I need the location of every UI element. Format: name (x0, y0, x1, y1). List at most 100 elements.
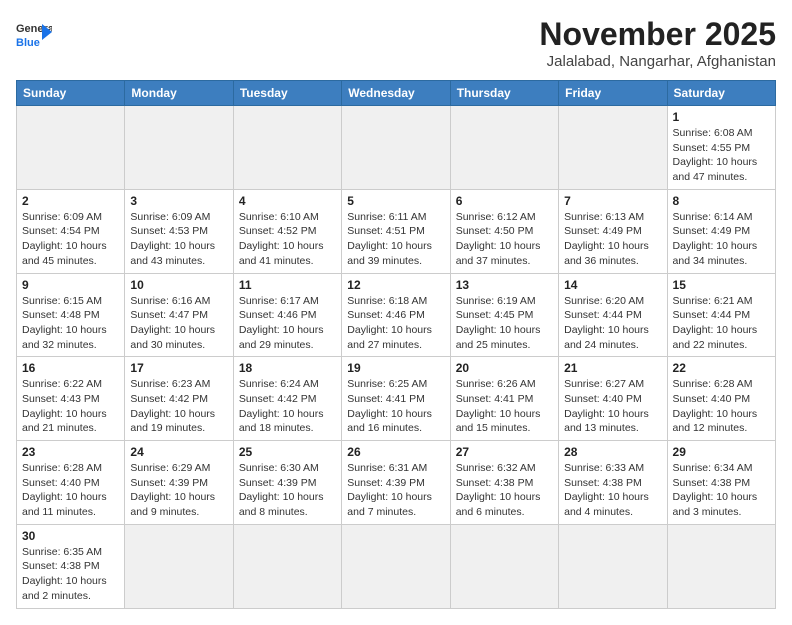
day-info: Sunrise: 6:08 AM Sunset: 4:55 PM Dayligh… (673, 126, 770, 185)
calendar-day-cell: 5 Sunrise: 6:11 AM Sunset: 4:51 PM Daylig… (342, 189, 450, 273)
location-title: Jalalabad, Nangarhar, Afghanistan (539, 53, 776, 70)
calendar-week-row: 30Sunrise: 6:35 AM Sunset: 4:38 PM Dayli… (17, 524, 776, 608)
day-info: Sunrise: 6:19 AM Sunset: 4:45 PM Dayligh… (456, 294, 553, 353)
weekday-header: Thursday (450, 81, 558, 106)
day-info: Sunrise: 6:13 AM Sunset: 4:49 PM Dayligh… (564, 210, 661, 269)
calendar-day-cell (667, 524, 775, 608)
calendar-day-cell (559, 106, 667, 190)
calendar-day-cell: 1 Sunrise: 6:08 AM Sunset: 4:55 PM Daylig… (667, 106, 775, 190)
day-number: 15 (673, 278, 770, 292)
day-info: Sunrise: 6:24 AM Sunset: 4:42 PM Dayligh… (239, 377, 336, 436)
day-number: 22 (673, 361, 770, 375)
day-info: Sunrise: 6:10 AM Sunset: 4:52 PM Dayligh… (239, 210, 336, 269)
day-info: Sunrise: 6:29 AM Sunset: 4:39 PM Dayligh… (130, 461, 227, 520)
day-info: Sunrise: 6:20 AM Sunset: 4:44 PM Dayligh… (564, 294, 661, 353)
day-number: 20 (456, 361, 553, 375)
calendar-day-cell (450, 524, 558, 608)
calendar-header-row: SundayMondayTuesdayWednesdayThursdayFrid… (17, 81, 776, 106)
calendar-day-cell: 2 Sunrise: 6:09 AM Sunset: 4:54 PM Daylig… (17, 189, 125, 273)
weekday-header: Saturday (667, 81, 775, 106)
calendar-day-cell: 14 Sunrise: 6:20 AM Sunset: 4:44 PM Dayli… (559, 273, 667, 357)
calendar-day-cell: 9 Sunrise: 6:15 AM Sunset: 4:48 PM Daylig… (17, 273, 125, 357)
calendar-week-row: 16 Sunrise: 6:22 AM Sunset: 4:43 PM Dayli… (17, 357, 776, 441)
day-number: 17 (130, 361, 227, 375)
logo: General Blue (16, 16, 52, 52)
calendar-table: SundayMondayTuesdayWednesdayThursdayFrid… (16, 80, 776, 609)
day-number: 27 (456, 445, 553, 459)
day-info: Sunrise: 6:09 AM Sunset: 4:54 PM Dayligh… (22, 210, 119, 269)
day-info: Sunrise: 6:31 AM Sunset: 4:39 PM Dayligh… (347, 461, 444, 520)
calendar-day-cell (125, 106, 233, 190)
title-block: November 2025 Jalalabad, Nangarhar, Afgh… (539, 16, 776, 70)
day-number: 8 (673, 194, 770, 208)
day-info: Sunrise: 6:12 AM Sunset: 4:50 PM Dayligh… (456, 210, 553, 269)
calendar-day-cell (233, 106, 341, 190)
calendar-day-cell: 7Sunrise: 6:13 AM Sunset: 4:49 PM Daylig… (559, 189, 667, 273)
day-number: 21 (564, 361, 661, 375)
day-info: Sunrise: 6:09 AM Sunset: 4:53 PM Dayligh… (130, 210, 227, 269)
calendar-day-cell: 13 Sunrise: 6:19 AM Sunset: 4:45 PM Dayli… (450, 273, 558, 357)
calendar-day-cell: 30Sunrise: 6:35 AM Sunset: 4:38 PM Dayli… (17, 524, 125, 608)
day-info: Sunrise: 6:26 AM Sunset: 4:41 PM Dayligh… (456, 377, 553, 436)
calendar-day-cell: 12Sunrise: 6:18 AM Sunset: 4:46 PM Dayli… (342, 273, 450, 357)
day-number: 13 (456, 278, 553, 292)
calendar-day-cell (559, 524, 667, 608)
day-info: Sunrise: 6:11 AM Sunset: 4:51 PM Dayligh… (347, 210, 444, 269)
day-number: 10 (130, 278, 227, 292)
day-number: 5 (347, 194, 444, 208)
calendar-day-cell: 8 Sunrise: 6:14 AM Sunset: 4:49 PM Daylig… (667, 189, 775, 273)
weekday-header: Tuesday (233, 81, 341, 106)
calendar-day-cell: 19Sunrise: 6:25 AM Sunset: 4:41 PM Dayli… (342, 357, 450, 441)
calendar-day-cell: 3 Sunrise: 6:09 AM Sunset: 4:53 PM Daylig… (125, 189, 233, 273)
calendar-day-cell (233, 524, 341, 608)
day-number: 6 (456, 194, 553, 208)
day-info: Sunrise: 6:28 AM Sunset: 4:40 PM Dayligh… (673, 377, 770, 436)
weekday-header: Monday (125, 81, 233, 106)
calendar-day-cell: 4 Sunrise: 6:10 AM Sunset: 4:52 PM Daylig… (233, 189, 341, 273)
day-number: 2 (22, 194, 119, 208)
calendar-day-cell (450, 106, 558, 190)
day-info: Sunrise: 6:33 AM Sunset: 4:38 PM Dayligh… (564, 461, 661, 520)
calendar-day-cell: 26 Sunrise: 6:31 AM Sunset: 4:39 PM Dayli… (342, 441, 450, 525)
day-info: Sunrise: 6:16 AM Sunset: 4:47 PM Dayligh… (130, 294, 227, 353)
weekday-header: Wednesday (342, 81, 450, 106)
day-number: 18 (239, 361, 336, 375)
day-info: Sunrise: 6:27 AM Sunset: 4:40 PM Dayligh… (564, 377, 661, 436)
day-info: Sunrise: 6:18 AM Sunset: 4:46 PM Dayligh… (347, 294, 444, 353)
day-info: Sunrise: 6:22 AM Sunset: 4:43 PM Dayligh… (22, 377, 119, 436)
month-title: November 2025 (539, 16, 776, 53)
day-number: 30 (22, 529, 119, 543)
day-number: 3 (130, 194, 227, 208)
calendar-day-cell: 29Sunrise: 6:34 AM Sunset: 4:38 PM Dayli… (667, 441, 775, 525)
calendar-day-cell: 28 Sunrise: 6:33 AM Sunset: 4:38 PM Dayli… (559, 441, 667, 525)
calendar-day-cell: 24 Sunrise: 6:29 AM Sunset: 4:39 PM Dayli… (125, 441, 233, 525)
day-number: 4 (239, 194, 336, 208)
day-info: Sunrise: 6:17 AM Sunset: 4:46 PM Dayligh… (239, 294, 336, 353)
logo-icon: General Blue (16, 16, 52, 52)
day-number: 26 (347, 445, 444, 459)
calendar-day-cell: 22 Sunrise: 6:28 AM Sunset: 4:40 PM Dayli… (667, 357, 775, 441)
calendar-day-cell: 6 Sunrise: 6:12 AM Sunset: 4:50 PM Daylig… (450, 189, 558, 273)
day-info: Sunrise: 6:34 AM Sunset: 4:38 PM Dayligh… (673, 461, 770, 520)
day-number: 28 (564, 445, 661, 459)
day-info: Sunrise: 6:28 AM Sunset: 4:40 PM Dayligh… (22, 461, 119, 520)
day-number: 11 (239, 278, 336, 292)
calendar-week-row: 23 Sunrise: 6:28 AM Sunset: 4:40 PM Dayli… (17, 441, 776, 525)
day-info: Sunrise: 6:14 AM Sunset: 4:49 PM Dayligh… (673, 210, 770, 269)
day-info: Sunrise: 6:25 AM Sunset: 4:41 PM Dayligh… (347, 377, 444, 436)
weekday-header: Sunday (17, 81, 125, 106)
day-number: 1 (673, 110, 770, 124)
weekday-header: Friday (559, 81, 667, 106)
day-number: 14 (564, 278, 661, 292)
day-info: Sunrise: 6:15 AM Sunset: 4:48 PM Dayligh… (22, 294, 119, 353)
day-info: Sunrise: 6:23 AM Sunset: 4:42 PM Dayligh… (130, 377, 227, 436)
day-number: 9 (22, 278, 119, 292)
day-number: 24 (130, 445, 227, 459)
day-number: 23 (22, 445, 119, 459)
day-number: 16 (22, 361, 119, 375)
calendar-day-cell: 25Sunrise: 6:30 AM Sunset: 4:39 PM Dayli… (233, 441, 341, 525)
calendar-day-cell (17, 106, 125, 190)
calendar-week-row: 9 Sunrise: 6:15 AM Sunset: 4:48 PM Daylig… (17, 273, 776, 357)
svg-text:Blue: Blue (16, 37, 40, 49)
calendar-day-cell: 15Sunrise: 6:21 AM Sunset: 4:44 PM Dayli… (667, 273, 775, 357)
